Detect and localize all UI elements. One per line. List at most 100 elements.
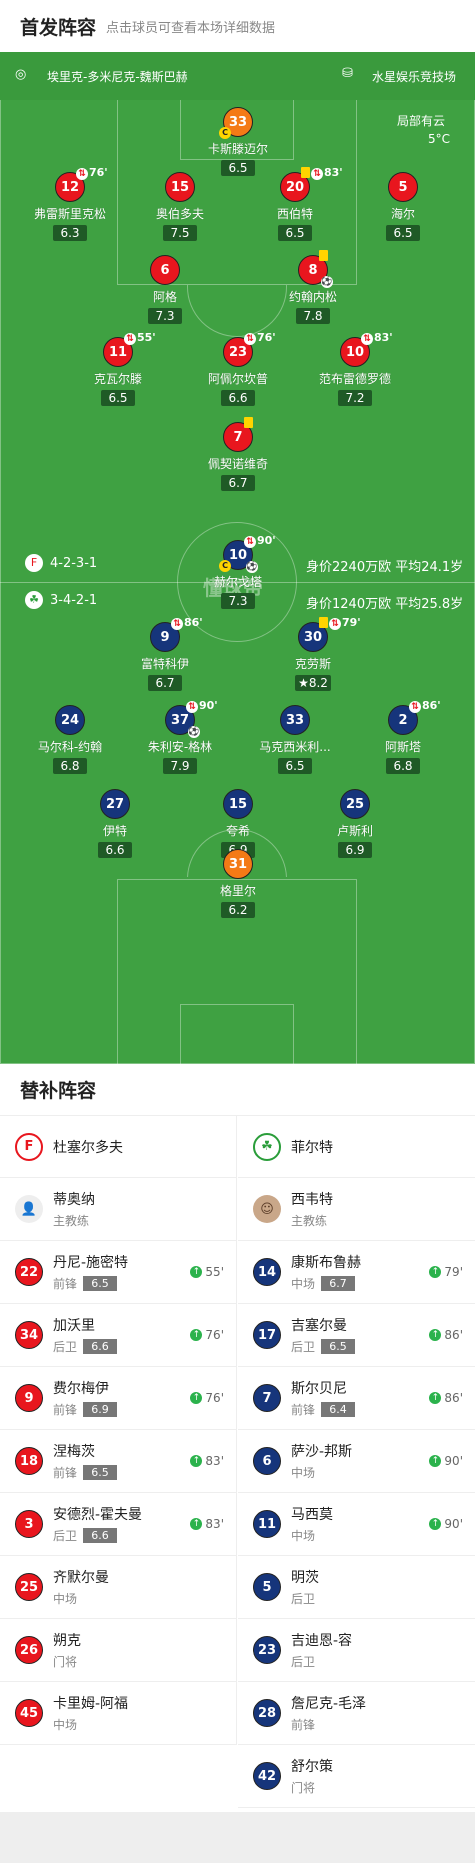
home-player[interactable]: 6 阿格 7.3: [110, 255, 220, 324]
sub-player-position: 中场: [53, 1716, 128, 1733]
player-rating: 6.5: [278, 758, 312, 774]
away-player[interactable]: 33 马克西米利... 6.5: [240, 705, 350, 774]
jersey-number: 28: [253, 1699, 281, 1727]
jersey-number: 20 ⇅ 83': [280, 166, 343, 202]
home-player[interactable]: 8 ⚽ 约翰内松 7.8: [258, 250, 368, 324]
home-player[interactable]: 11 ⇅ 55' 克瓦尔滕 6.5: [63, 331, 173, 406]
away-team-row[interactable]: ☘ 菲尔特: [238, 1116, 475, 1178]
position-label: 前锋: [53, 1466, 78, 1480]
sub-player-row[interactable]: 6 萨沙-邦斯 中场 ↑ 90': [238, 1430, 475, 1493]
player-rating: 6.7: [221, 475, 255, 491]
sub-player-row[interactable]: 9 费尔梅伊 前锋 6.9 ↑ 76': [0, 1367, 236, 1430]
player-name: 阿斯塔: [384, 740, 421, 754]
sub-player-row[interactable]: 42 舒尔策 门将: [238, 1745, 475, 1808]
minute-text: 86': [444, 1328, 463, 1342]
sub-player-row[interactable]: 45 卡里姆-阿福 中场: [0, 1682, 236, 1745]
player-name: 卡斯滕迈尔: [207, 142, 268, 156]
sub-minute: 90': [199, 699, 218, 712]
jersey-number: 14: [253, 1258, 281, 1286]
player-name: 伊特: [102, 824, 127, 838]
home-player[interactable]: 33 C 卡斯滕迈尔 6.5: [183, 107, 293, 176]
sub-player-row[interactable]: 7 斯尔贝尼 前锋 6.4 ↑ 86': [238, 1367, 475, 1430]
sub-player-row[interactable]: 28 詹尼克-毛泽 前锋: [238, 1682, 475, 1745]
sub-player-row[interactable]: 34 加沃里 后卫 6.6 ↑ 76': [0, 1304, 236, 1367]
sub-in-minute: ↑ 86': [429, 1328, 463, 1342]
jersey-number: 11: [253, 1510, 281, 1538]
stadium-name: 水星娱乐竞技场: [372, 70, 457, 84]
sub-in-minute: ↑ 76': [190, 1328, 224, 1342]
away-player[interactable]: 27 伊特 6.6: [60, 789, 170, 858]
away-player[interactable]: 2 ⇅ 86' 阿斯塔 6.8: [348, 699, 458, 774]
home-player[interactable]: 12 ⇅ 76' 弗雷斯里克松 6.3: [15, 166, 125, 241]
sub-in-minute: ↑ 90': [429, 1517, 463, 1531]
away-player[interactable]: 10 ⇅ 90' C ⚽ 赫尔戈塔 7.3: [183, 534, 293, 609]
sub-player-rating: 6.6: [83, 1339, 118, 1354]
stadium-icon: ⛁: [342, 66, 353, 81]
home-player[interactable]: 23 ⇅ 76' 阿佩尔坎普 6.6: [183, 331, 293, 406]
away-player[interactable]: 31 格里尔 6.2: [183, 849, 293, 918]
goal-ball-icon: ⚽: [246, 561, 258, 573]
away-player[interactable]: 15夸希6.9: [183, 789, 293, 858]
jersey-number: 11 ⇅ 55': [103, 331, 156, 367]
player-name: 奥伯多夫: [155, 207, 204, 221]
player-name: 卢斯利: [336, 824, 373, 838]
player-name: 马尔科-约翰: [37, 740, 103, 754]
substitution-out-icon: ⇅: [311, 168, 323, 180]
sub-in-minute: ↑ 90': [429, 1454, 463, 1468]
home-player[interactable]: 5 海尔 6.5: [348, 172, 458, 241]
sub-player-info: 马西莫 中场: [291, 1504, 333, 1544]
home-player[interactable]: 20 ⇅ 83' 西伯特 6.5: [240, 166, 350, 241]
goal-ball-icon: ⚽: [188, 726, 200, 738]
sub-player-name: 安德烈-霍夫曼: [53, 1507, 143, 1523]
jersey-number: 34: [15, 1321, 43, 1349]
home-team-row[interactable]: F 杜塞尔多夫: [0, 1116, 236, 1178]
sub-player-row[interactable]: 14 康斯布鲁赫 中场 6.7 ↑ 79': [238, 1241, 475, 1304]
away-player[interactable]: 25 卢斯利 6.9: [300, 789, 410, 858]
player-name: 克劳斯: [294, 657, 331, 671]
sub-player-row[interactable]: 22 丹尼-施密特 前锋 6.5 ↑ 55': [0, 1241, 236, 1304]
sub-player-row[interactable]: 17 吉塞尔曼 后卫 6.5 ↑ 86': [238, 1304, 475, 1367]
sub-in-arrow-icon: ↑: [429, 1266, 442, 1278]
sub-player-info: 萨沙-邦斯 中场: [291, 1441, 352, 1481]
sub-player-position: 中场: [53, 1590, 109, 1607]
sub-player-position: 中场 6.7: [291, 1275, 361, 1292]
jersey-number: 23: [253, 1636, 281, 1664]
sub-player-position: 后卫 6.6: [53, 1338, 118, 1355]
sub-player-name: 朔克: [53, 1633, 81, 1649]
player-name: 佩契诺维奇: [207, 457, 268, 471]
jersey-number: 18: [15, 1447, 43, 1475]
sub-player-row[interactable]: 23 吉迪恩-容 后卫: [238, 1619, 475, 1682]
sub-player-row[interactable]: 25 齐默尔曼 中场: [0, 1556, 236, 1619]
away-team-logo-icon: ☘: [25, 591, 43, 609]
substitution-out-icon: ⇅: [186, 701, 198, 713]
away-team-logo-icon: ☘: [253, 1132, 281, 1161]
home-coach-row[interactable]: 👤 蒂奥纳 主教练: [0, 1178, 236, 1241]
lineup-subtitle: 点击球员可查看本场详细数据: [106, 20, 276, 36]
sub-player-info: 斯尔贝尼 前锋 6.4: [291, 1378, 356, 1418]
jersey-number: 45: [15, 1699, 43, 1727]
player-name: 格里尔: [219, 884, 256, 898]
away-player[interactable]: 24 马尔科-约翰 6.8: [15, 705, 125, 774]
away-player[interactable]: 9 ⇅ 86' 富特科伊 6.7: [110, 616, 220, 691]
home-player[interactable]: 7 佩契诺维奇 6.7: [183, 417, 293, 491]
pitch: ◎ 埃里克-多米尼克-魏斯巴赫 ⛁ 水星娱乐竞技场 局部有云 5°C 懂球帝 F…: [0, 52, 475, 1064]
position-label: 前锋: [291, 1403, 316, 1417]
sub-player-name: 齐默尔曼: [53, 1570, 109, 1586]
home-player[interactable]: 15 奥伯多夫 7.5: [125, 172, 235, 241]
player-rating: 6.5: [386, 225, 420, 241]
home-player[interactable]: 10 ⇅ 83' 范布雷德罗德 7.2: [300, 331, 410, 406]
player-name: 克瓦尔滕: [93, 372, 142, 386]
away-player[interactable]: 30 ⇅ 79' 克劳斯 ★8.2: [258, 616, 368, 691]
jersey-number: 26: [15, 1636, 43, 1664]
sub-player-name: 卡里姆-阿福: [53, 1696, 129, 1712]
sub-player-row[interactable]: 5 明茨 后卫: [238, 1556, 475, 1619]
sub-player-row[interactable]: 11 马西莫 中场 ↑ 90': [238, 1493, 475, 1556]
home-value: 身价2240万欧 平均24.1岁: [306, 560, 464, 575]
sub-player-position: 中场: [291, 1527, 333, 1544]
away-coach-row[interactable]: ☺ 西韦特 主教练: [238, 1178, 475, 1241]
away-player[interactable]: 37 ⇅ 90' ⚽ 朱利安-格林 7.9: [125, 699, 235, 774]
sub-player-row[interactable]: 26 朔克 门将: [0, 1619, 236, 1682]
sub-player-row[interactable]: 3 安德烈-霍夫曼 后卫 6.6 ↑ 83': [0, 1493, 236, 1556]
sub-in-arrow-icon: ↑: [190, 1455, 203, 1467]
sub-player-row[interactable]: 18 涅梅茨 前锋 6.5 ↑ 83': [0, 1430, 236, 1493]
